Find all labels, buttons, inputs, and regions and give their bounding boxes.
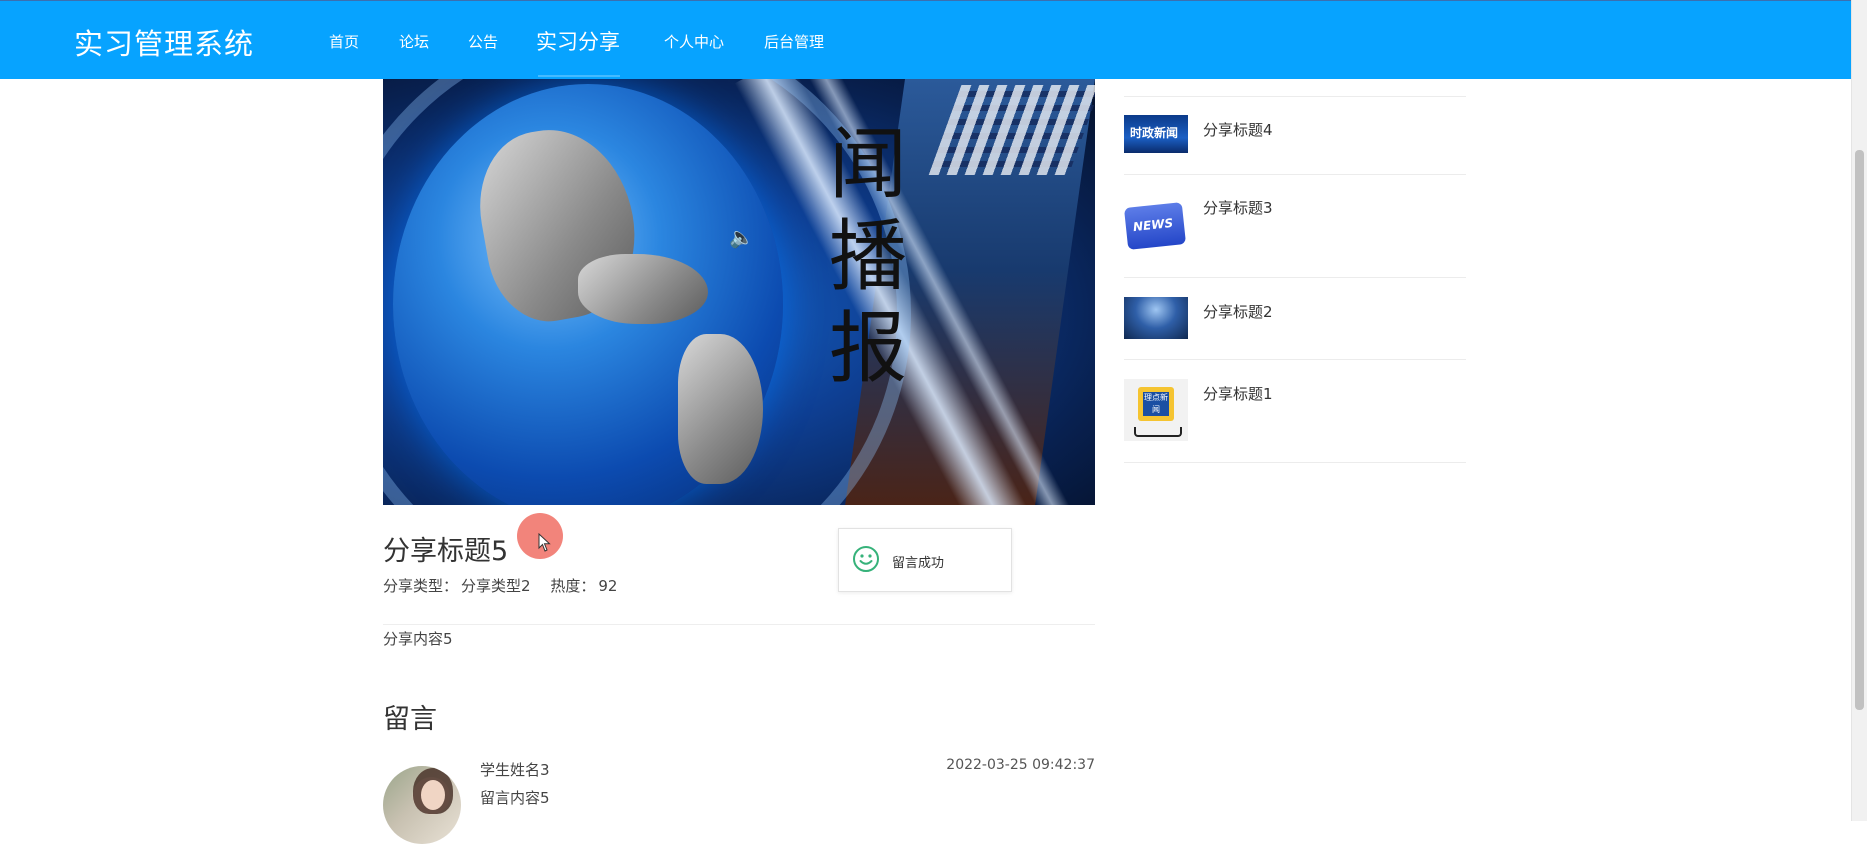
smile-icon bbox=[853, 546, 879, 572]
share-type-value: 分享类型2 bbox=[461, 577, 531, 595]
nav-item-admin[interactable]: 后台管理 bbox=[764, 31, 824, 52]
sidebar-item-share-2[interactable]: 分享标题2 bbox=[1124, 297, 1466, 359]
site-brand[interactable]: 实习管理系统 bbox=[74, 21, 254, 63]
page-scrollbar[interactable] bbox=[1851, 0, 1867, 821]
share-cover-image: 闻播报 🔈 bbox=[383, 79, 1095, 505]
avatar-face bbox=[421, 780, 445, 810]
share-meta: 分享类型： 分享类型2 热度： 92 bbox=[383, 575, 620, 596]
continent-south bbox=[678, 334, 763, 484]
sidebar-divider bbox=[1124, 462, 1466, 463]
share-thumbnail[interactable]: 时政新闻 bbox=[1124, 115, 1188, 153]
sidebar-item-title[interactable]: 分享标题3 bbox=[1203, 197, 1273, 218]
thumb-label: 理点新闻 bbox=[1143, 392, 1169, 416]
share-type-label: 分享类型： bbox=[383, 577, 459, 595]
content-divider bbox=[383, 624, 1095, 625]
share-content: 分享内容5 bbox=[383, 630, 453, 648]
share-title: 分享标题5 bbox=[383, 536, 509, 567]
toast-message: 留言成功 bbox=[892, 556, 945, 571]
sidebar-divider bbox=[1124, 277, 1466, 278]
nav-active-indicator bbox=[538, 75, 620, 77]
nav-item-home[interactable]: 首页 bbox=[329, 31, 359, 52]
sidebar-item-share-3[interactable]: NEWS 分享标题3 bbox=[1124, 193, 1466, 277]
sidebar-item-share-4[interactable]: 时政新闻 分享标题4 bbox=[1124, 115, 1466, 175]
success-toast: 留言成功 bbox=[838, 528, 1012, 592]
speaker-icon: 🔈 bbox=[729, 225, 754, 249]
sidebar-item-title[interactable]: 分享标题4 bbox=[1203, 119, 1273, 140]
thumb-label: 时政新闻 bbox=[1130, 126, 1179, 140]
sidebar-divider bbox=[1124, 174, 1466, 175]
sidebar-item-title[interactable]: 分享标题1 bbox=[1203, 383, 1273, 404]
sidebar-divider bbox=[1124, 359, 1466, 360]
top-nav-bar: 实习管理系统 首页 论坛 公告 实习分享 个人中心 后台管理 bbox=[0, 0, 1852, 79]
share-thumbnail[interactable] bbox=[1124, 297, 1188, 339]
nav-item-personal-center[interactable]: 个人中心 bbox=[664, 31, 724, 52]
scrollbar-thumb[interactable] bbox=[1855, 150, 1864, 710]
share-thumbnail[interactable]: 理点新闻 bbox=[1124, 379, 1188, 441]
sidebar-item-share-1[interactable]: 理点新闻 分享标题1 bbox=[1124, 379, 1466, 463]
nav-item-announcement[interactable]: 公告 bbox=[468, 31, 498, 52]
sidebar-divider bbox=[1124, 96, 1466, 97]
thumb-phone bbox=[1134, 427, 1182, 437]
cursor-arrow-icon bbox=[538, 533, 551, 552]
share-thumbnail[interactable]: NEWS bbox=[1124, 193, 1188, 255]
heat-label: 热度： bbox=[550, 577, 596, 595]
comment-content: 留言内容5 bbox=[480, 789, 550, 807]
heat-value: 92 bbox=[598, 577, 618, 595]
comments-section-title: 留言 bbox=[383, 704, 437, 735]
avatar bbox=[383, 766, 461, 844]
comment-timestamp: 2022-03-25 09:42:37 bbox=[946, 757, 1095, 773]
hero-vertical-text: 闻播报 bbox=[828, 120, 907, 394]
nav-item-forum[interactable]: 论坛 bbox=[399, 31, 429, 52]
nav-item-internship-share[interactable]: 实习分享 bbox=[536, 26, 620, 56]
click-indicator bbox=[517, 513, 563, 559]
comment-author: 学生姓名3 bbox=[480, 761, 550, 779]
sidebar-item-title[interactable]: 分享标题2 bbox=[1203, 301, 1273, 322]
